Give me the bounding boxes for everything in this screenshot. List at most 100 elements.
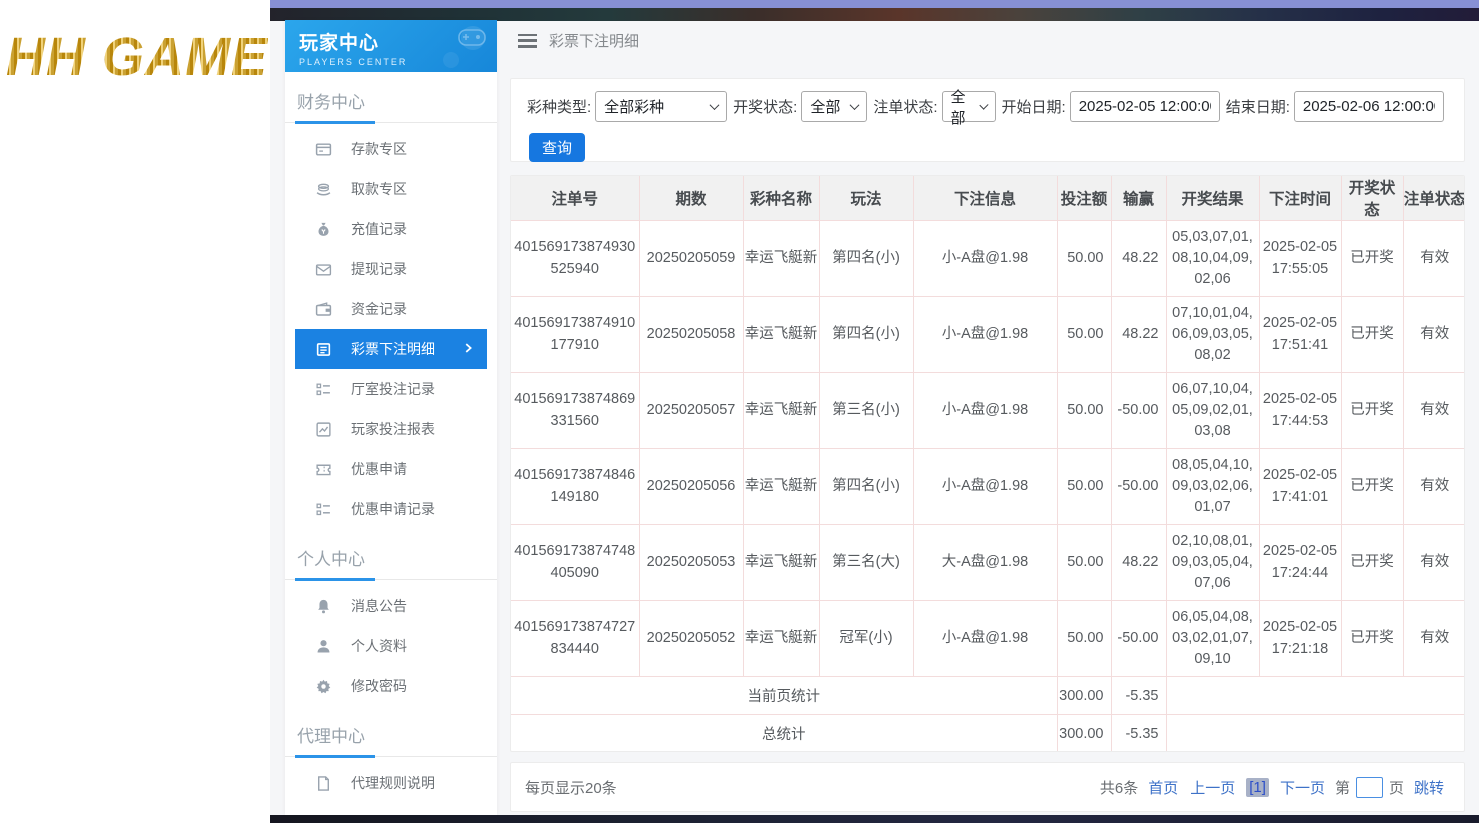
end-date-label: 结束日期: [1226, 96, 1290, 117]
cell-draw_status: 已开奖 [1341, 525, 1403, 601]
sidebar-item[interactable]: 取款专区 [285, 169, 497, 209]
bottom-dark-strip [270, 815, 1479, 823]
sidebar-item[interactable]: 玩家投注报表 [285, 409, 497, 449]
sidebar-item[interactable]: 厅室投注记录 [285, 369, 497, 409]
sidebar-item[interactable]: 优惠申请 [285, 449, 497, 489]
bets-table: 注单号 期数 彩种名称 玩法 下注信息 投注额 输赢 开奖结果 下注时间 开奖状… [511, 176, 1465, 752]
cell-time: 2025-02-05 17:51:41 [1259, 297, 1341, 373]
sidebar-item[interactable]: 个人资料 [285, 626, 497, 666]
cell-result: 02,10,08,01,09,03,05,04,07,06 [1166, 525, 1259, 601]
jump-suffix-text: 页 [1389, 777, 1404, 798]
hamburger-menu-icon[interactable] [518, 34, 537, 48]
order-status-select[interactable]: 全部 [942, 91, 996, 122]
sidebar-header: 玩家中心 PLAYERS CENTER [285, 20, 497, 72]
cell-draw_status: 已开奖 [1341, 221, 1403, 297]
sidebar-item[interactable]: 彩票下注明细 [295, 329, 487, 369]
report-icon [315, 421, 332, 438]
site-logo: HH GAME [6, 26, 268, 88]
summary-bet-total: 300.00 [1057, 677, 1111, 715]
sidebar-item-label: 充值记录 [351, 219, 407, 239]
start-date-label: 开始日期: [1002, 96, 1066, 117]
cell-lottery: 幸运飞艇新 [743, 449, 819, 525]
sidebar-item[interactable]: 充值记录 [285, 209, 497, 249]
summary-label: 当前页统计 [511, 677, 1057, 715]
sidebar-item-label: 个人资料 [351, 636, 407, 656]
cell-lottery: 幸运飞艇新 [743, 525, 819, 601]
draw-status-label: 开奖状态: [733, 96, 797, 117]
cell-amount: 50.00 [1057, 221, 1111, 297]
cell-order_status: 有效 [1403, 297, 1465, 373]
cell-bet_info: 大-A盘@1.98 [913, 525, 1057, 601]
bets-table-body: 40156917387493052594020250205059幸运飞艇新第四名… [511, 221, 1465, 753]
table-row: 40156917387491017791020250205058幸运飞艇新第四名… [511, 297, 1465, 373]
sidebar-item[interactable]: 资金记录 [285, 289, 497, 329]
sidebar-section: 个人中心消息公告个人资料修改密码 [285, 529, 497, 706]
start-date-input[interactable] [1070, 91, 1220, 122]
jump-prefix-text: 第 [1335, 777, 1350, 798]
summary-winloss-total: -5.35 [1111, 715, 1166, 753]
cell-order_status: 有效 [1403, 373, 1465, 449]
table-row: 40156917387493052594020250205059幸运飞艇新第四名… [511, 221, 1465, 297]
col-lottery: 彩种名称 [743, 176, 819, 221]
lottery-type-select[interactable]: 全部彩种 [595, 91, 727, 122]
chevron-down-icon [710, 100, 720, 110]
cell-amount: 50.00 [1057, 601, 1111, 677]
cell-order_status: 有效 [1403, 449, 1465, 525]
cell-draw_status: 已开奖 [1341, 373, 1403, 449]
sidebar-section-title: 个人中心 [285, 529, 497, 579]
cell-draw_status: 已开奖 [1341, 449, 1403, 525]
section-underline [285, 756, 497, 757]
table-row: 40156917387474840509020250205053幸运飞艇新第三名… [511, 525, 1465, 601]
sidebar-item[interactable]: 存款专区 [285, 129, 497, 169]
summary-winloss-total: -5.35 [1111, 677, 1166, 715]
sidebar-item[interactable]: 提现记录 [285, 249, 497, 289]
draw-status-select[interactable]: 全部 [801, 91, 867, 122]
first-page-link[interactable]: 首页 [1148, 777, 1178, 798]
col-amount: 投注额 [1057, 176, 1111, 221]
lottery-type-label: 彩种类型: [527, 96, 591, 117]
cell-period: 20250205059 [639, 221, 743, 297]
chevron-down-icon [979, 101, 988, 110]
cell-result: 08,05,04,10,09,03,02,06,01,07 [1166, 449, 1259, 525]
cell-order_no: 401569173874748405090 [511, 525, 639, 601]
ledger-icon [315, 341, 332, 358]
col-draw-status: 开奖状态 [1341, 176, 1403, 221]
sidebar-item-label: 存款专区 [351, 139, 407, 159]
withdraw-hand-icon [315, 181, 332, 198]
jump-button[interactable]: 跳转 [1414, 777, 1444, 798]
page-jump-input[interactable] [1356, 777, 1383, 798]
current-page-badge[interactable]: [1] [1246, 778, 1269, 797]
next-page-link[interactable]: 下一页 [1280, 777, 1325, 798]
query-button[interactable]: 查询 [529, 133, 585, 162]
col-period: 期数 [639, 176, 743, 221]
sidebar-item-label: 资金记录 [351, 299, 407, 319]
summary-empty-cell [1166, 715, 1465, 753]
topbar: 彩票下注明细 [518, 30, 639, 51]
sidebar-item-label: 取款专区 [351, 179, 407, 199]
cell-bet_info: 小-A盘@1.98 [913, 297, 1057, 373]
table-row: 40156917387472783444020250205052幸运飞艇新冠军(… [511, 601, 1465, 677]
end-date-input[interactable] [1294, 91, 1444, 122]
cell-time: 2025-02-05 17:41:01 [1259, 449, 1341, 525]
pager: 共6条 首页 上一页 [1] 下一页 第 页 跳转 [1100, 777, 1450, 798]
cell-bet_info: 小-A盘@1.98 [913, 601, 1057, 677]
col-winloss: 输赢 [1111, 176, 1166, 221]
sidebar-item-label: 代理团队统计 [351, 813, 435, 815]
sidebar-item[interactable]: 代理团队统计 [285, 803, 497, 815]
summary-label: 总统计 [511, 715, 1057, 753]
document-icon [315, 775, 332, 792]
cell-winloss: 48.22 [1111, 525, 1166, 601]
table-row: 40156917387484614918020250205056幸运飞艇新第四名… [511, 449, 1465, 525]
cell-period: 20250205052 [639, 601, 743, 677]
sidebar-item[interactable]: 消息公告 [285, 586, 497, 626]
sidebar-item[interactable]: 修改密码 [285, 666, 497, 706]
cell-play: 第三名(大) [819, 525, 913, 601]
page-title: 彩票下注明细 [549, 30, 639, 51]
sidebar-item[interactable]: 优惠申请记录 [285, 489, 497, 529]
cell-period: 20250205058 [639, 297, 743, 373]
players-center-title: 玩家中心 [299, 28, 407, 55]
sidebar-item[interactable]: 代理规则说明 [285, 763, 497, 803]
sidebar-item-label: 消息公告 [351, 596, 407, 616]
prev-page-link[interactable]: 上一页 [1190, 777, 1235, 798]
sidebar-section-title: 代理中心 [285, 706, 497, 756]
